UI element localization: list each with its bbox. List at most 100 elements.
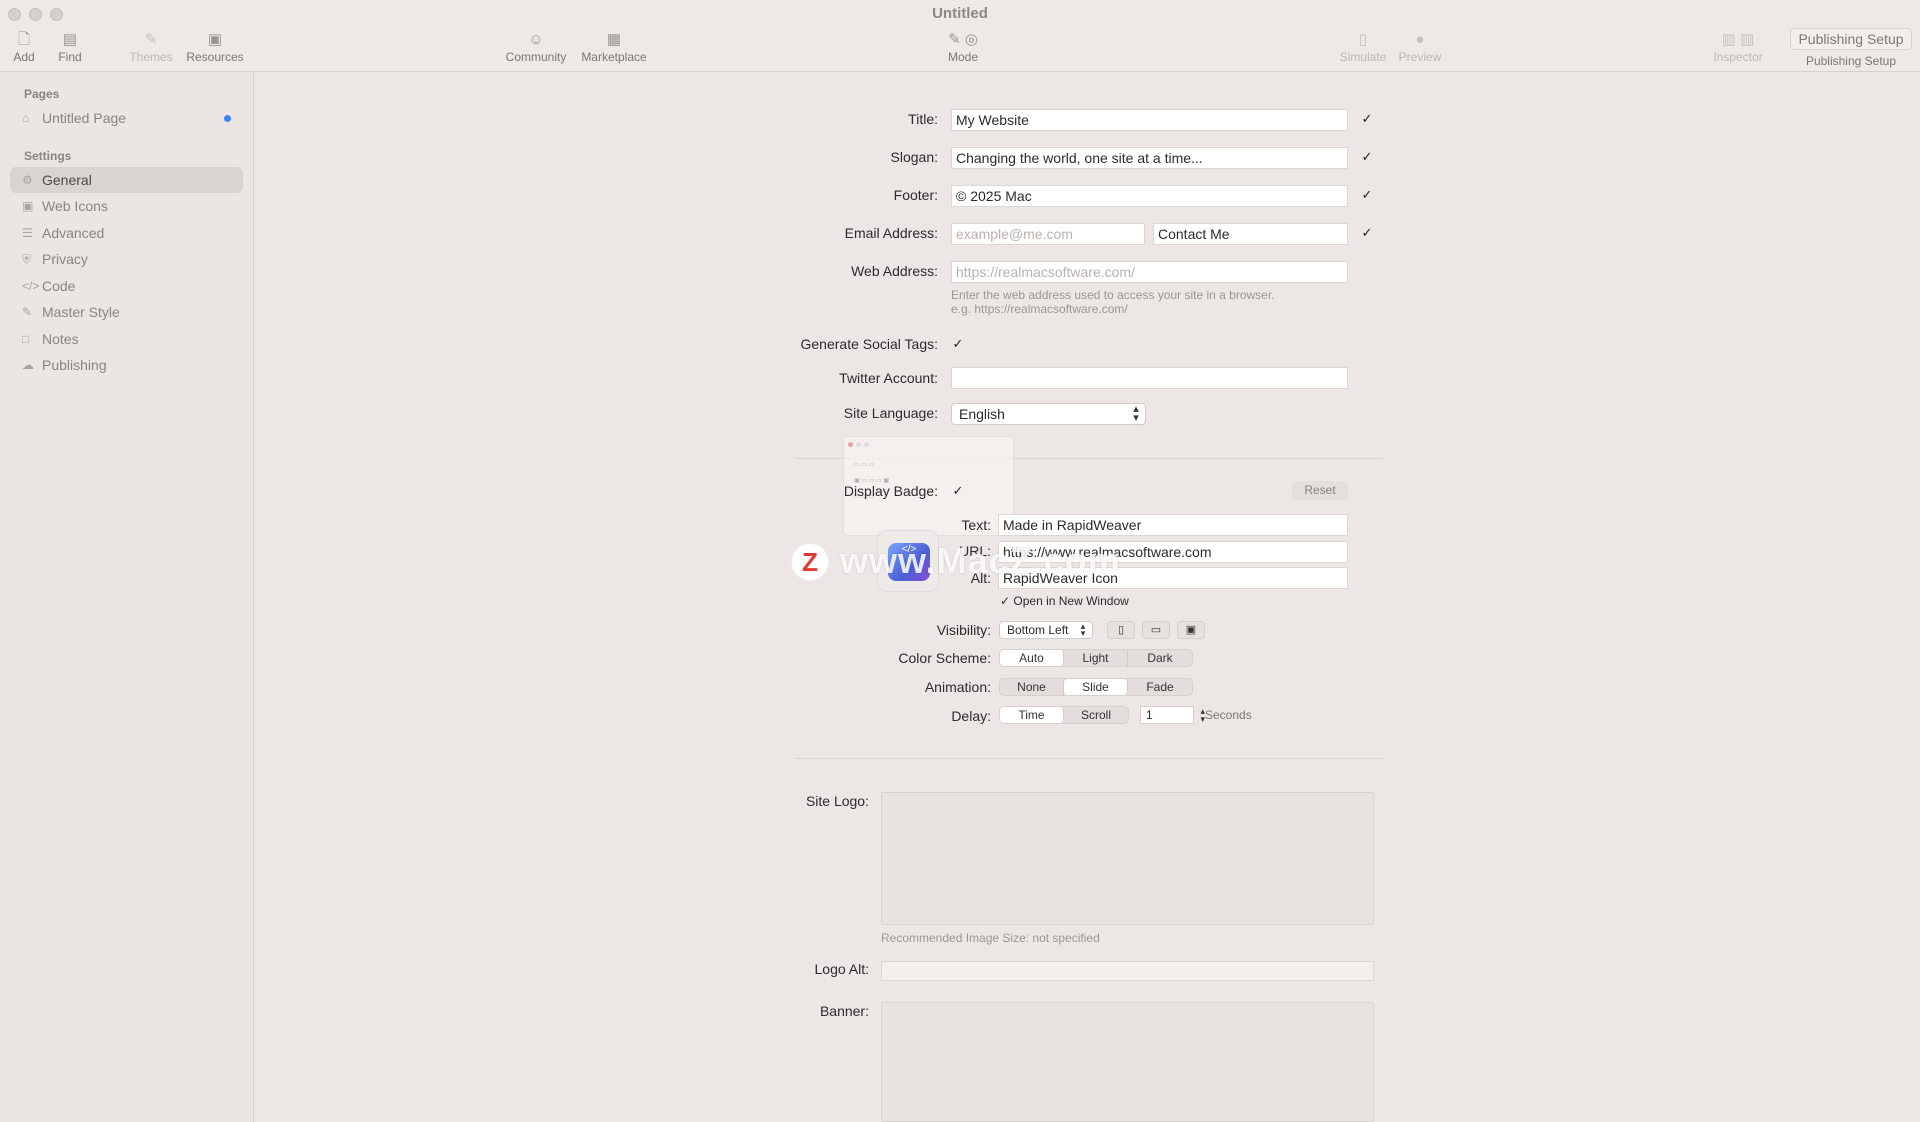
sliders-icon: ☰ xyxy=(22,226,33,240)
slogan-checkbox[interactable]: ✓ xyxy=(1360,150,1374,164)
sidebar-item-label: General xyxy=(42,172,92,188)
mini-window-row: ▭ ▭ ▭ xyxy=(854,462,875,468)
resources-icon: ▣ xyxy=(207,31,223,48)
site-language-select[interactable]: English ▴ ▾ xyxy=(951,403,1146,425)
chevron-updown-icon: ▴ ▾ xyxy=(1080,621,1086,638)
sidebar-item-master-style[interactable]: ✎ Master Style xyxy=(10,299,243,325)
delay-unit: Seconds xyxy=(1205,708,1252,722)
delay-segmented: Time Scroll xyxy=(999,706,1129,724)
logo-alt-label: Logo Alt: xyxy=(814,961,870,977)
shield-icon: ⛨ xyxy=(22,252,32,266)
web-address-label: Web Address: xyxy=(851,263,938,279)
sidebar-item-label: Advanced xyxy=(42,225,105,241)
footer-checkbox[interactable]: ✓ xyxy=(1360,188,1374,202)
find-icon: ▤ xyxy=(62,31,78,48)
zoom-dot-icon xyxy=(864,442,869,447)
web-address-field[interactable]: https://realmacsoftware.com/ xyxy=(951,261,1348,283)
window-title: Untitled xyxy=(932,5,988,22)
publishing-setup-button[interactable]: Publishing Setup xyxy=(1790,28,1912,50)
tablet-visibility-button[interactable]: ▭ xyxy=(1142,621,1170,639)
sidebar-item-label: Web Icons xyxy=(42,198,108,214)
delay-stepper[interactable]: 1 ▴ ▾ xyxy=(1140,706,1205,724)
sidebar-item-notes[interactable]: □ Notes xyxy=(10,326,243,352)
visibility-value: Bottom Left xyxy=(1007,623,1069,637)
slogan-field[interactable]: Changing the world, one site at a time..… xyxy=(951,147,1348,169)
pages-header: Pages xyxy=(24,87,60,101)
community-icon: ☺ xyxy=(528,31,544,48)
animation-slide[interactable]: Slide xyxy=(1064,679,1128,695)
badge-text-field[interactable]: Made in RapidWeaver xyxy=(998,514,1348,536)
site-logo-label: Site Logo: xyxy=(805,793,869,809)
marketplace-icon: ▦ xyxy=(606,31,622,48)
color-scheme-light[interactable]: Light xyxy=(1064,650,1128,666)
social-tags-label: Generate Social Tags: xyxy=(800,336,939,352)
mode-control[interactable]: ✎ ◎ Mode xyxy=(920,30,1006,64)
window-toolbar: Untitled 🗋 Add ▤ Find ✎ Themes ▣ Resourc… xyxy=(0,0,1920,72)
sidebar-item-code[interactable]: </> Code xyxy=(10,273,243,299)
marketplace-button[interactable]: ▦ Marketplace xyxy=(580,30,648,64)
footer-field[interactable]: © 2025 Mac xyxy=(951,185,1348,207)
banner-well[interactable] xyxy=(881,1002,1374,1122)
delay-time[interactable]: Time xyxy=(1000,707,1064,723)
add-button[interactable]: 🗋 Add xyxy=(10,30,38,64)
preview-button[interactable]: ● Preview xyxy=(1396,30,1444,64)
animation-label: Animation: xyxy=(924,679,991,695)
brush-icon: ✎ xyxy=(144,31,158,48)
find-button[interactable]: ▤ Find xyxy=(56,30,84,64)
twitter-label: Twitter Account: xyxy=(839,370,938,386)
community-button[interactable]: ☺ Community xyxy=(505,30,567,64)
open-new-window-checkbox[interactable]: ✓ xyxy=(1000,594,1010,608)
themes-button[interactable]: ✎ Themes xyxy=(128,30,174,64)
animation-none[interactable]: None xyxy=(1000,679,1064,695)
email-checkbox[interactable]: ✓ xyxy=(1360,226,1374,240)
title-label: Title: xyxy=(908,111,938,127)
banner-label: Banner: xyxy=(819,1003,869,1019)
color-scheme-dark[interactable]: Dark xyxy=(1128,650,1192,666)
chevron-updown-icon: ▴ ▾ xyxy=(1133,403,1139,424)
inspector-label: Inspector xyxy=(1713,50,1763,64)
sidebar-item-advanced[interactable]: ☰ Advanced xyxy=(10,220,243,246)
email-label: Email Address: xyxy=(844,225,938,241)
sidebar-item-untitled-page[interactable]: ⌂ Untitled Page xyxy=(10,105,243,131)
house-icon: ⌂ xyxy=(22,111,30,125)
title-field[interactable]: My Website xyxy=(951,109,1348,131)
inspector-button[interactable]: ▥ ▥ Inspector xyxy=(1710,30,1766,64)
sidebar-item-publishing[interactable]: ☁ Publishing xyxy=(10,352,243,378)
display-badge-label: Display Badge: xyxy=(843,483,938,499)
mode-label: Mode xyxy=(947,50,979,64)
sidebar-item-privacy[interactable]: ⛨ Privacy xyxy=(10,246,243,272)
title-checkbox[interactable]: ✓ xyxy=(1360,112,1374,126)
simulate-button[interactable]: ▯ Simulate xyxy=(1338,30,1388,64)
section-divider xyxy=(795,758,1383,759)
brush-icon: ✎ xyxy=(22,305,33,319)
watermark-logo-icon: Z xyxy=(791,543,829,581)
color-scheme-label: Color Scheme: xyxy=(898,650,991,666)
gear-icon: ⚙ xyxy=(22,173,33,187)
site-logo-hint: Recommended Image Size: not specified xyxy=(881,931,1100,945)
delay-scroll[interactable]: Scroll xyxy=(1064,707,1128,723)
phone-visibility-button[interactable]: ▯ xyxy=(1107,621,1135,639)
resources-button[interactable]: ▣ Resources xyxy=(186,30,244,64)
sidebar-item-general[interactable]: ⚙ General xyxy=(10,167,243,193)
color-scheme-segmented: Auto Light Dark xyxy=(999,649,1193,667)
social-tags-checkbox[interactable]: ✓ xyxy=(951,337,965,351)
twitter-field[interactable] xyxy=(951,367,1348,389)
email-field[interactable]: example@me.com xyxy=(951,223,1145,245)
sidebar-item-label: Notes xyxy=(42,331,79,347)
delay-value: 1 xyxy=(1146,708,1153,722)
open-new-window-option[interactable]: ✓ Open in New Window xyxy=(1000,594,1129,608)
visibility-select[interactable]: Bottom Left ▴ ▾ xyxy=(999,621,1093,639)
preview-icon: ● xyxy=(1415,31,1425,48)
reset-button[interactable]: Reset xyxy=(1292,481,1348,500)
animation-fade[interactable]: Fade xyxy=(1128,679,1192,695)
desktop-visibility-button[interactable]: ▣ xyxy=(1177,621,1205,639)
email-link-text-field[interactable]: Contact Me xyxy=(1153,223,1348,245)
site-logo-well[interactable] xyxy=(881,792,1374,925)
sidebar-item-label: Privacy xyxy=(42,251,88,267)
site-language-label: Site Language: xyxy=(843,405,938,421)
sidebar-item-web-icons[interactable]: ▣ Web Icons xyxy=(10,193,243,219)
edit-eye-icon: ✎ ◎ xyxy=(948,31,978,48)
color-scheme-auto[interactable]: Auto xyxy=(1000,650,1064,666)
logo-alt-field[interactable] xyxy=(881,961,1374,981)
display-badge-checkbox[interactable]: ✓ xyxy=(951,484,965,498)
